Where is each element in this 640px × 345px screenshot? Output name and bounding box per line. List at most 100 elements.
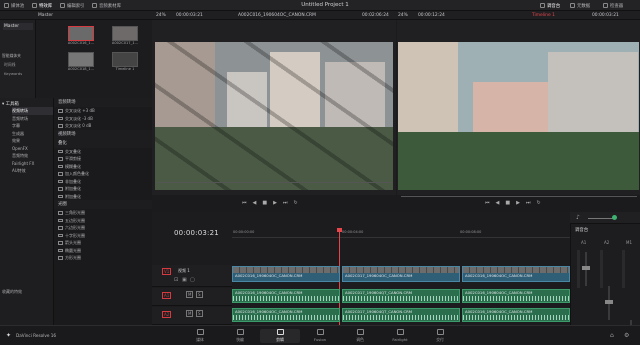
zoom-right[interactable]: 24% xyxy=(398,13,408,18)
toolbox-item[interactable]: 音频特效 xyxy=(12,152,53,160)
smart-bin-keywords[interactable]: Keywords xyxy=(4,71,35,76)
effect-item[interactable]: 十字形光圈 xyxy=(54,232,152,240)
mixer-button[interactable]: 调音台 xyxy=(540,2,560,9)
mute-button[interactable]: M xyxy=(186,310,194,317)
auto-select-icon[interactable]: ▣ xyxy=(182,277,187,283)
smart-bin-timelines[interactable]: 时间线 xyxy=(4,62,35,68)
toolbox-item[interactable]: 生成器 xyxy=(12,130,53,138)
timeline-ruler[interactable]: 00:00:00:00 00:00:04:00 00:00:08:00 xyxy=(232,228,570,238)
clip-thumbnail[interactable]: A002C017_1... xyxy=(108,26,142,45)
toolbox-item[interactable]: 字幕 xyxy=(12,122,53,130)
volume-knob[interactable] xyxy=(612,215,617,220)
stop-icon[interactable]: ■ xyxy=(505,200,510,206)
video-clip[interactable]: A002C016_190604OC_CANON.CRM xyxy=(462,266,570,282)
inspector-button[interactable]: 检查器 xyxy=(603,2,623,9)
effect-item[interactable]: 交叉淡化 +3 dB xyxy=(54,107,152,115)
toolbox-item[interactable]: 音频转场 xyxy=(12,115,53,123)
effect-item[interactable]: 交叉淡化 0 dB xyxy=(54,122,152,130)
timeline-frame[interactable] xyxy=(398,42,639,190)
audio-clip[interactable]: A002C016_190604OC_CANON.CRM xyxy=(232,308,340,322)
effect-item[interactable]: 模糊叠化 xyxy=(54,163,152,171)
clip-thumbnail[interactable]: A002C016_1... xyxy=(64,26,98,45)
playhead-handle[interactable] xyxy=(337,228,342,232)
skip-end-icon[interactable]: ⏭ xyxy=(283,200,288,206)
audio-clip[interactable]: A002C017_190604QT_CANON.CRM xyxy=(342,289,460,303)
reverse-icon[interactable]: ◀ xyxy=(496,200,500,206)
media-page-icon xyxy=(196,329,204,335)
effect-item[interactable]: 三角形光圈 xyxy=(54,209,152,217)
track-id-a1[interactable]: A1 xyxy=(162,292,172,299)
disable-track-icon[interactable]: ▢ xyxy=(190,277,195,283)
transition-icon xyxy=(58,187,63,191)
loop-icon[interactable]: ↻ xyxy=(293,200,297,206)
effect-item[interactable]: 加入颜色叠化 xyxy=(54,170,152,178)
clip-thumb-image xyxy=(68,52,94,67)
effect-item[interactable]: 六边形光圈 xyxy=(54,224,152,232)
effect-item[interactable]: 方形光圈 xyxy=(54,254,152,262)
stop-icon[interactable]: ■ xyxy=(262,200,267,206)
audio-meter xyxy=(577,250,580,288)
toolbox-item[interactable]: 效果 xyxy=(12,137,53,145)
sound-library-button[interactable]: 音频素材库 xyxy=(92,2,121,9)
home-icon[interactable]: ⌂ xyxy=(610,332,614,339)
clip-thumbnail[interactable]: A002C018_1... xyxy=(64,52,98,71)
solo-button[interactable]: S xyxy=(196,310,203,317)
timeline-name[interactable]: Timeline 1 xyxy=(532,13,555,18)
page-tab-3[interactable]: 剪辑 xyxy=(260,329,300,343)
skip-end-icon[interactable]: ⏭ xyxy=(526,200,531,206)
loop-icon[interactable]: ↻ xyxy=(536,200,540,206)
solo-button[interactable]: S xyxy=(196,291,203,298)
timeline-transport: ⏮ ◀ ■ ▶ ⏭ ↻ xyxy=(485,200,541,206)
effect-item[interactable]: 平滑剪接 xyxy=(54,155,152,163)
video-clip[interactable]: A002C017_190604OC_CANON.CRM xyxy=(342,266,460,282)
source-zoom[interactable]: 24% xyxy=(156,13,166,18)
effect-item[interactable]: 非加叠化 xyxy=(54,178,152,186)
track-id-a2[interactable]: A2 xyxy=(162,311,172,318)
play-icon[interactable]: ▶ xyxy=(273,200,277,206)
fader-a1[interactable] xyxy=(582,252,590,286)
mute-button[interactable]: M xyxy=(186,291,194,298)
reverse-icon[interactable]: ◀ xyxy=(253,200,257,206)
page-tab-1[interactable]: 媒体 xyxy=(180,329,220,343)
effect-item[interactable]: 附加叠化 xyxy=(54,185,152,193)
video-clip[interactable]: A002C016_190604OC_CANON.CRM xyxy=(232,266,340,282)
page-tab-5[interactable]: 调色 xyxy=(340,329,380,343)
effect-item[interactable]: 椭圆光圈 xyxy=(54,247,152,255)
effect-label: 五边形光圈 xyxy=(65,217,85,223)
play-icon[interactable]: ▶ xyxy=(516,200,520,206)
skip-start-icon[interactable]: ⏮ xyxy=(242,200,247,206)
page-tab-7[interactable]: 交付 xyxy=(420,329,460,343)
effect-item[interactable]: 箭头光圈 xyxy=(54,239,152,247)
volume-icon[interactable]: ♪ xyxy=(576,214,580,221)
page-tab-2[interactable]: 快编 xyxy=(220,329,260,343)
toolbox-item[interactable]: 视频转场 xyxy=(12,107,53,115)
metadata-button[interactable]: 元数据 xyxy=(570,2,590,9)
settings-icon[interactable]: ⚙ xyxy=(624,332,629,339)
page-tab-6[interactable]: Fairlight xyxy=(380,329,420,342)
audio-waveform xyxy=(463,315,569,320)
page-tab-4[interactable]: Fusion xyxy=(300,329,340,342)
toolbox-item[interactable]: Fairlight FX xyxy=(12,160,53,168)
source-frame[interactable] xyxy=(155,42,393,190)
source-clip-name[interactable]: A002C016_190604OC_CANON.CRM xyxy=(238,13,316,18)
audio-clip[interactable]: A002C016_190604OC_CANON.CRM xyxy=(462,308,570,322)
effect-item[interactable]: 附加叠化 xyxy=(54,193,152,201)
lock-track-icon[interactable]: ⊡ xyxy=(174,277,178,283)
track-id-v1[interactable]: V1 xyxy=(162,268,172,275)
edit-index-button[interactable]: 编辑索引 xyxy=(60,2,85,9)
volume-slider[interactable] xyxy=(588,218,614,219)
media-pool-button[interactable]: 媒体池 xyxy=(4,2,24,9)
toolbox-item[interactable]: AU特效 xyxy=(12,167,53,175)
effect-item[interactable]: 交叉叠化 xyxy=(54,148,152,156)
master-bin[interactable]: Master xyxy=(3,23,33,30)
audio-clip[interactable]: A002C016_190604OC_CANON.CRM xyxy=(232,289,340,303)
audio-clip[interactable]: A002C016_190604OC_CANON.CRM xyxy=(462,289,570,303)
skip-start-icon[interactable]: ⏮ xyxy=(485,200,490,206)
effect-item[interactable]: 交叉淡化 -3 dB xyxy=(54,115,152,123)
effects-library-button[interactable]: 特效库 xyxy=(32,2,52,9)
timeline-thumbnail[interactable]: Timeline 1 xyxy=(108,52,142,71)
effect-item[interactable]: 五边形光圈 xyxy=(54,217,152,225)
fader-a2[interactable] xyxy=(605,286,613,320)
audio-clip[interactable]: A002C017_190604QT_CANON.CRM xyxy=(342,308,460,322)
toolbox-item[interactable]: OpenFX xyxy=(12,145,53,153)
